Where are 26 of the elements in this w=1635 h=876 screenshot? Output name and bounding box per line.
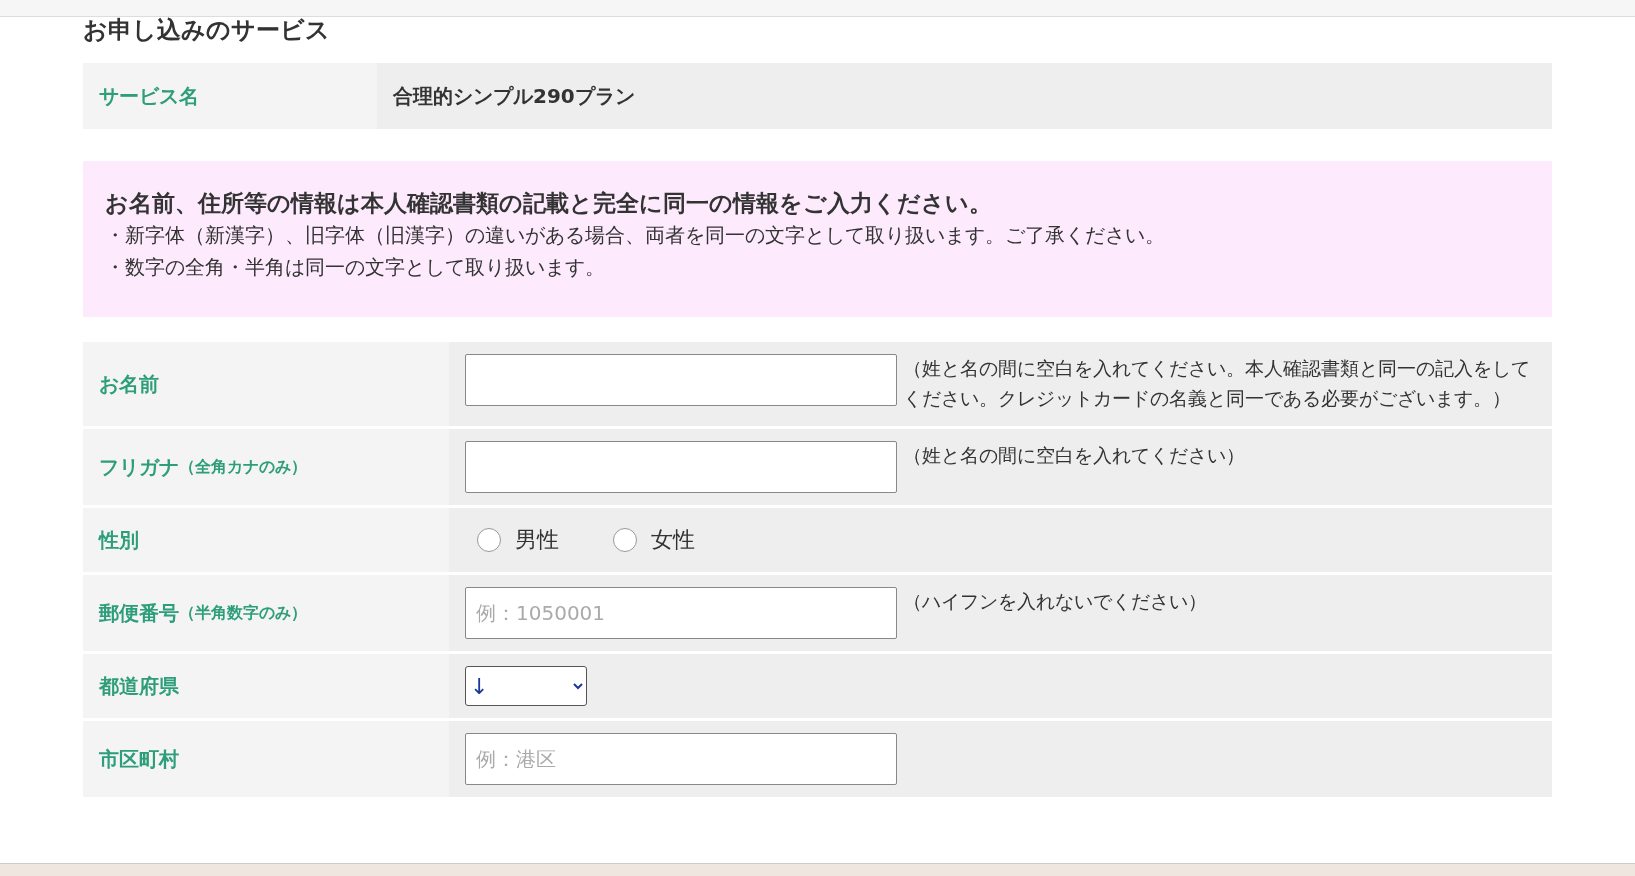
radio-button[interactable]	[477, 528, 501, 552]
field-hint: （姓と名の間に空白を入れてください）	[903, 444, 1245, 468]
service-label: サービス名	[83, 63, 377, 129]
radio-button[interactable]	[613, 528, 637, 552]
field-hint: （姓と名の間に空白を入れてください。本人確認書類と同一の記入をしてください。クレジットカードの名義と同一である必要がございます。）	[903, 357, 1531, 411]
field-label: 性別	[99, 526, 139, 554]
field-label: 市区町村	[99, 745, 179, 773]
section-heading: お申し込みのサービス	[83, 17, 331, 46]
field-label-note: （全角カナのみ）	[179, 456, 307, 478]
notice-text: ・数字の全角・半角は同一の文字として取り扱います。	[105, 254, 606, 281]
radio-label[interactable]: 女性	[651, 525, 695, 555]
field-label: 郵便番号	[99, 599, 179, 627]
prefecture-dropdown[interactable]: ↓	[465, 666, 587, 706]
field-hint: （ハイフンを入れないでください）	[903, 590, 1207, 614]
field-label: フリガナ	[99, 453, 179, 481]
field-label: 都道府県	[99, 672, 179, 700]
service-value: 合理的シンプル290プラン	[377, 63, 1552, 129]
text-field[interactable]: 例：1050001	[465, 587, 897, 639]
text-field[interactable]: 例：港区	[465, 733, 897, 785]
text-field[interactable]	[465, 441, 897, 493]
notice-text: ・新字体（新漢字）、旧字体（旧漢字）の違いがある場合、両者を同一の文字として取り扱います。ご了承ください。	[105, 222, 1166, 249]
notice-title: お名前、住所等の情報は本人確認書類の記載と完全に同一の情報をご入力ください。	[105, 189, 993, 218]
text-field[interactable]	[465, 354, 897, 406]
field-label-note: （半角数字のみ）	[179, 602, 307, 624]
radio-label[interactable]: 男性	[515, 525, 559, 555]
field-label: お名前	[99, 370, 159, 398]
